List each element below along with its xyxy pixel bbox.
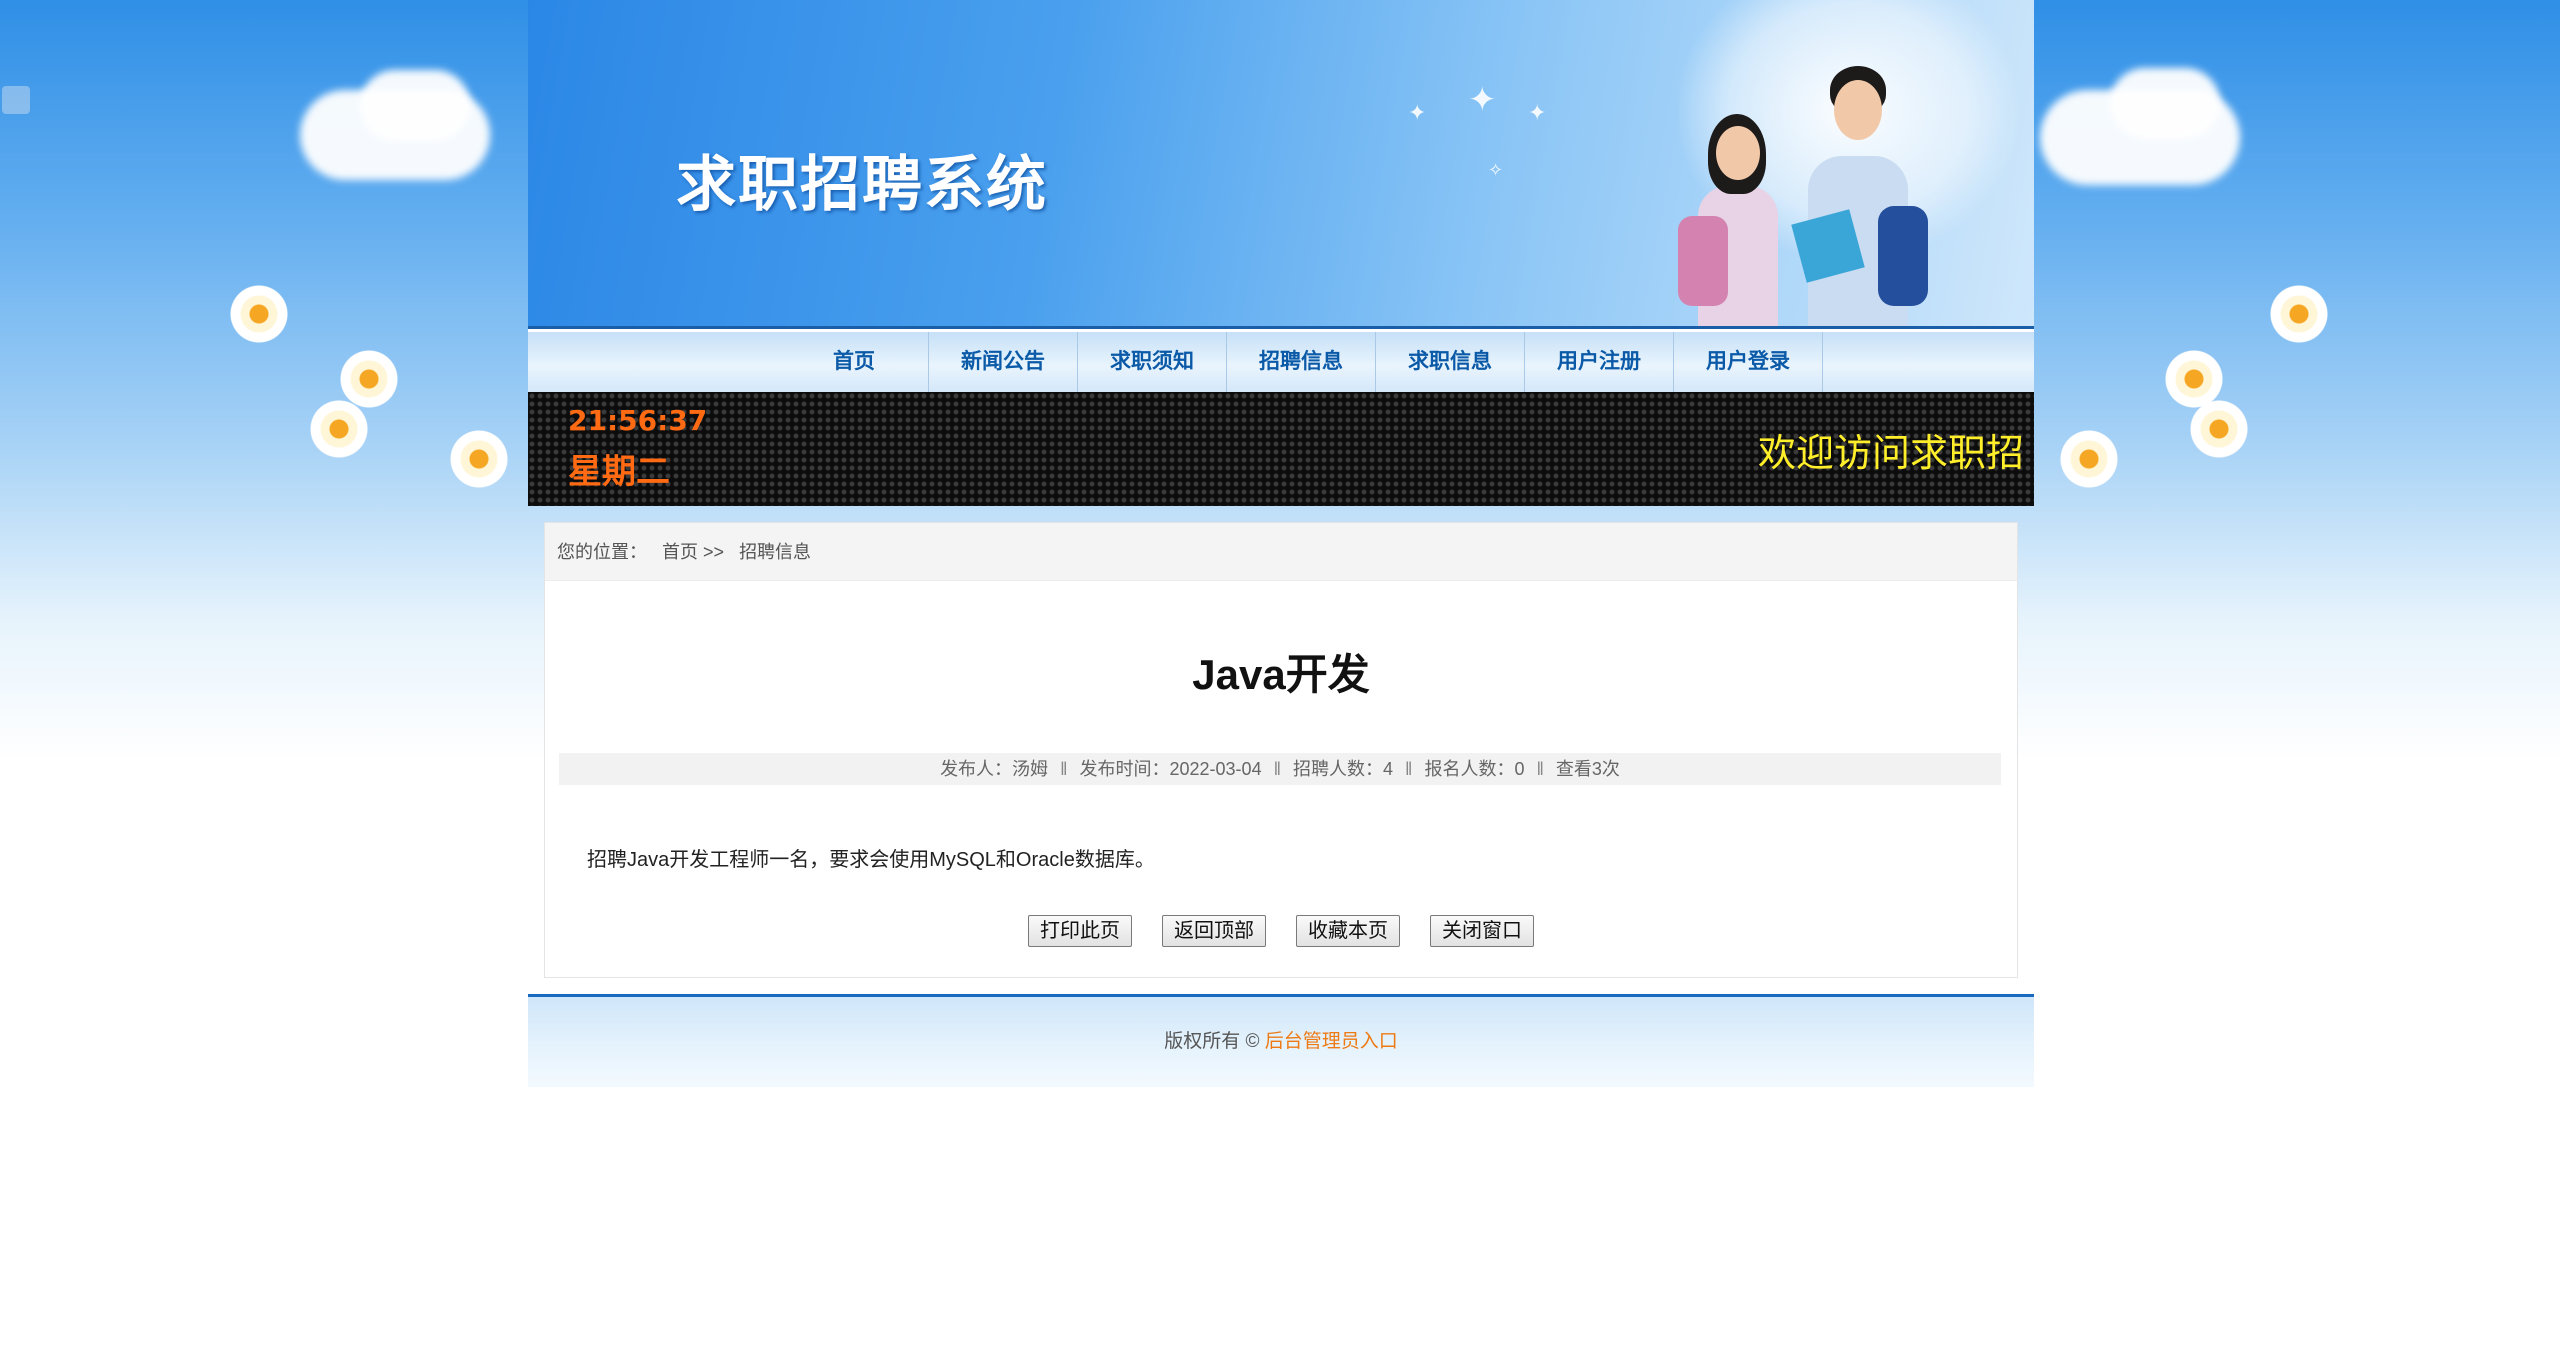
article-actions: 打印此页 返回顶部 收藏本页 关闭窗口	[545, 915, 2017, 947]
cloud-right-small	[2110, 68, 2220, 138]
breadcrumb-home-link[interactable]: 首页 >>	[662, 542, 724, 562]
welcome-marquee: 欢迎访问求职招	[1757, 431, 2024, 475]
nav-item-job-guide[interactable]: 求职须知	[1078, 332, 1227, 392]
flower-right-3	[2190, 400, 2248, 458]
cloud-left-small	[360, 70, 470, 140]
print-page-button[interactable]: 打印此页	[1028, 915, 1132, 947]
breadcrumb: 您的位置： 首页 >> 招聘信息	[545, 523, 2017, 581]
article-panel: 您的位置： 首页 >> 招聘信息 Java开发 发布人：汤姆 ‖ 发布时间：2022…	[544, 522, 2018, 978]
meta-separator: ‖	[1060, 759, 1068, 779]
sparkle-icon: ✧	[1488, 160, 1504, 180]
clock-weekday: 星期二	[568, 452, 670, 492]
footer: 版权所有 © 后台管理员入口	[528, 994, 2034, 1087]
nav-item-recruitment[interactable]: 招聘信息	[1227, 332, 1376, 392]
admin-login-link[interactable]: 后台管理员入口	[1265, 1031, 1398, 1052]
nav-item-home[interactable]: 首页	[780, 332, 929, 392]
meta-separator: ‖	[1273, 759, 1282, 779]
nav-item-login[interactable]: 用户登录	[1674, 332, 1823, 392]
sparkle-icon: ✦	[1468, 81, 1497, 119]
view-count: 查看3次	[1555, 759, 1620, 779]
nav-items: 首页 新闻公告 求职须知 招聘信息 求职信息 用户注册 用户登录	[780, 332, 1823, 392]
publish-date: 发布时间：2022-03-04	[1079, 759, 1262, 779]
breadcrumb-prefix: 您的位置：	[557, 542, 647, 562]
flower-left-4	[450, 430, 508, 488]
flower-left-1	[230, 285, 288, 343]
led-display: 21:56:37 星期二 欢迎访问求职招	[528, 392, 2034, 506]
footer-text: 版权所有 © 后台管理员入口	[528, 1026, 2034, 1053]
main-container: ✦ ✦ ✦ ✧ 求职招聘系统 首页 新闻公告 求职须知 招聘信息 求职信息 用户…	[528, 0, 2034, 1087]
student-girl-illustration	[1678, 96, 1788, 326]
nav-item-news[interactable]: 新闻公告	[929, 332, 1078, 392]
meta-separator: ‖	[1536, 759, 1544, 779]
meta-separator: ‖	[1405, 759, 1413, 779]
corner-icon	[2, 86, 30, 114]
site-title: 求职招聘系统	[676, 150, 1048, 220]
bookmark-page-button[interactable]: 收藏本页	[1296, 915, 1400, 947]
sparkle-icon: ✦	[1528, 100, 1547, 125]
article-body: 招聘Java开发工程师一名，要求会使用MySQL和Oracle数据库。	[587, 849, 1155, 871]
flower-right-4	[2060, 430, 2118, 488]
nav-item-register[interactable]: 用户注册	[1525, 332, 1674, 392]
nav-item-job-seeking[interactable]: 求职信息	[1376, 332, 1525, 392]
flower-right-1	[2270, 285, 2328, 343]
breadcrumb-current[interactable]: 招聘信息	[739, 542, 811, 562]
close-window-button[interactable]: 关闭窗口	[1430, 915, 1534, 947]
flower-left-2	[340, 350, 398, 408]
clock-time: 21:56:37	[568, 404, 708, 437]
main-nav: 首页 新闻公告 求职须知 招聘信息 求职信息 用户注册 用户登录	[528, 326, 2034, 392]
sparkle-icon: ✦	[1408, 100, 1427, 125]
article-title: Java开发	[1192, 651, 1370, 698]
copyright-text: 版权所有 ©	[1164, 1031, 1265, 1052]
header-banner: ✦ ✦ ✦ ✧ 求职招聘系统	[528, 0, 2034, 326]
applied-count: 报名人数：0	[1424, 759, 1525, 779]
student-boy-illustration	[1788, 56, 1928, 326]
article-meta: 发布人：汤姆 ‖ 发布时间：2022-03-04 ‖ 招聘人数：4 ‖ 报名人数：0 ‖ 查看3…	[559, 753, 2001, 785]
hire-count: 招聘人数：4	[1293, 759, 1394, 779]
back-to-top-button[interactable]: 返回顶部	[1162, 915, 1266, 947]
publisher: 发布人：汤姆	[940, 759, 1049, 779]
flower-left-3	[310, 400, 368, 458]
